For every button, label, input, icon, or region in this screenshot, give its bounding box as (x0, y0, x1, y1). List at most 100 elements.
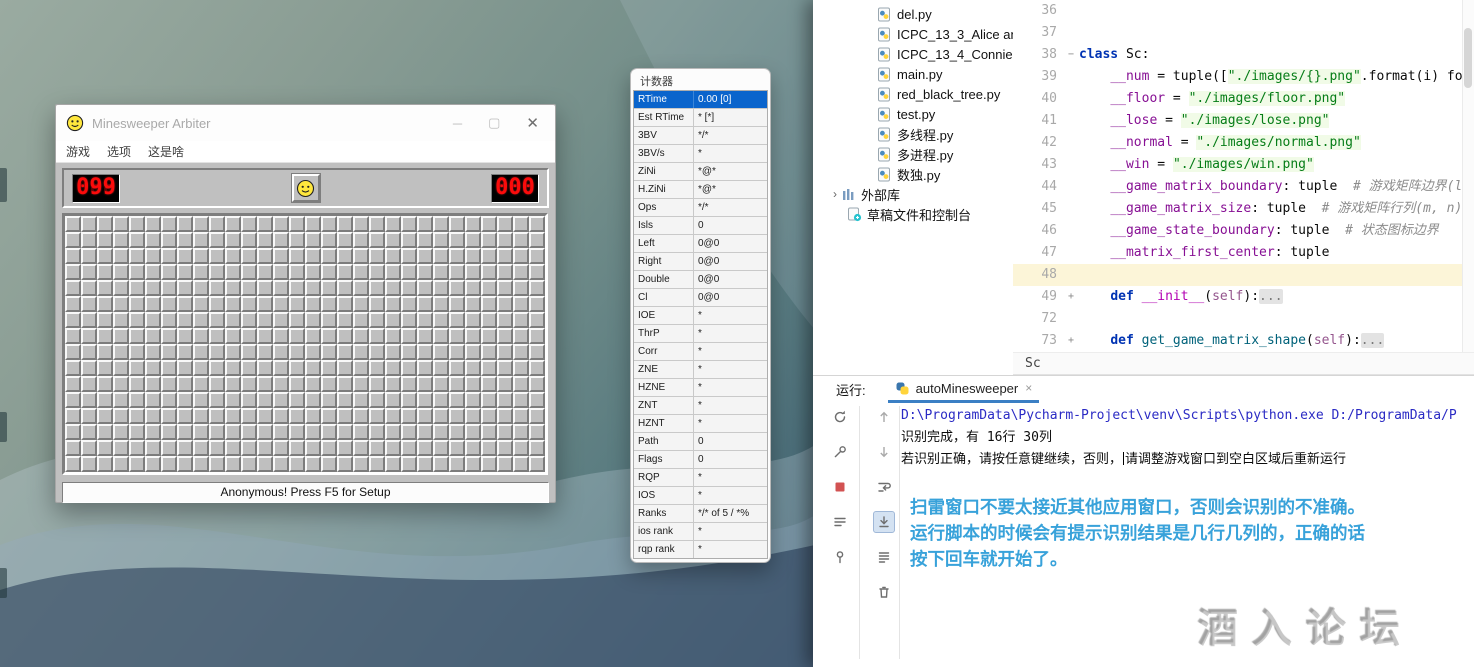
board-cell[interactable] (273, 456, 289, 472)
board-cell[interactable] (433, 216, 449, 232)
board-cell[interactable] (177, 408, 193, 424)
board-cell[interactable] (209, 392, 225, 408)
board-cell[interactable] (353, 344, 369, 360)
board-cell[interactable] (145, 360, 161, 376)
board-cell[interactable] (177, 376, 193, 392)
board-cell[interactable] (129, 232, 145, 248)
board-cell[interactable] (289, 440, 305, 456)
board-cell[interactable] (145, 440, 161, 456)
board-cell[interactable] (449, 424, 465, 440)
code-line[interactable]: 36 (1013, 0, 1474, 22)
board-cell[interactable] (529, 264, 545, 280)
board-cell[interactable] (225, 264, 241, 280)
board-cell[interactable] (97, 232, 113, 248)
code-line[interactable]: 38−class Sc: (1013, 44, 1474, 66)
board-cell[interactable] (257, 264, 273, 280)
code-line[interactable]: 42 __normal = "./images/normal.png" (1013, 132, 1474, 154)
board-cell[interactable] (65, 344, 81, 360)
fold-marker[interactable]: + (1063, 286, 1079, 308)
board-cell[interactable] (113, 248, 129, 264)
board-cell[interactable] (177, 216, 193, 232)
counter-row[interactable]: Corr* (634, 343, 767, 361)
up-icon[interactable] (873, 406, 895, 428)
board-cell[interactable] (465, 376, 481, 392)
board-cell[interactable] (289, 248, 305, 264)
board-cell[interactable] (337, 376, 353, 392)
editor-scrollbar[interactable] (1462, 0, 1474, 352)
board-cell[interactable] (65, 264, 81, 280)
board-cell[interactable] (369, 248, 385, 264)
board-cell[interactable] (433, 440, 449, 456)
board-cell[interactable] (273, 264, 289, 280)
board-cell[interactable] (497, 328, 513, 344)
scrollbar-thumb[interactable] (1464, 28, 1472, 88)
board-cell[interactable] (353, 296, 369, 312)
board-cell[interactable] (449, 232, 465, 248)
board-cell[interactable] (529, 408, 545, 424)
board-cell[interactable] (97, 360, 113, 376)
fold-marker[interactable]: − (1063, 44, 1079, 66)
board-cell[interactable] (273, 376, 289, 392)
board-cell[interactable] (401, 232, 417, 248)
board-cell[interactable] (305, 360, 321, 376)
board-cell[interactable] (193, 296, 209, 312)
board-cell[interactable] (225, 216, 241, 232)
board-cell[interactable] (97, 424, 113, 440)
counter-row[interactable]: 3BV/s* (634, 145, 767, 163)
board-cell[interactable] (113, 360, 129, 376)
board-cell[interactable] (401, 376, 417, 392)
board-cell[interactable] (81, 216, 97, 232)
board-cell[interactable] (497, 408, 513, 424)
board-cell[interactable] (65, 376, 81, 392)
board-cell[interactable] (369, 216, 385, 232)
board-cell[interactable] (497, 232, 513, 248)
counter-row[interactable]: RQP* (634, 469, 767, 487)
board-cell[interactable] (385, 424, 401, 440)
board-cell[interactable] (449, 344, 465, 360)
board-cell[interactable] (113, 344, 129, 360)
board-cell[interactable] (257, 232, 273, 248)
board-cell[interactable] (241, 248, 257, 264)
counter-row[interactable]: HZNT* (634, 415, 767, 433)
board-cell[interactable] (161, 216, 177, 232)
tree-item-test-py[interactable]: test.py (813, 104, 1013, 124)
board-cell[interactable] (65, 392, 81, 408)
board-cell[interactable] (481, 328, 497, 344)
counter-row[interactable]: Est RTime* [*] (634, 109, 767, 127)
board-cell[interactable] (209, 424, 225, 440)
tree-item-red_black_tree-py[interactable]: red_black_tree.py (813, 84, 1013, 104)
board-cell[interactable] (161, 344, 177, 360)
board-cell[interactable] (145, 232, 161, 248)
board-cell[interactable] (97, 328, 113, 344)
board-cell[interactable] (129, 344, 145, 360)
board-cell[interactable] (209, 312, 225, 328)
counter-row[interactable]: Path0 (634, 433, 767, 451)
board-cell[interactable] (177, 328, 193, 344)
counter-row[interactable]: Cl0@0 (634, 289, 767, 307)
desktop-icon-sliver[interactable] (0, 568, 7, 598)
board-cell[interactable] (513, 248, 529, 264)
board-cell[interactable] (529, 280, 545, 296)
board-cell[interactable] (273, 408, 289, 424)
board-cell[interactable] (289, 344, 305, 360)
board-cell[interactable] (193, 456, 209, 472)
board-cell[interactable] (65, 440, 81, 456)
board-cell[interactable] (513, 360, 529, 376)
board-cell[interactable] (385, 440, 401, 456)
board-cell[interactable] (225, 328, 241, 344)
board-cell[interactable] (417, 232, 433, 248)
minesweeper-titlebar[interactable]: Minesweeper Arbiter ─ ▢ ✕ (56, 105, 555, 141)
board-cell[interactable] (145, 312, 161, 328)
board-cell[interactable] (481, 216, 497, 232)
board-cell[interactable] (97, 216, 113, 232)
board-cell[interactable] (129, 424, 145, 440)
board-cell[interactable] (177, 296, 193, 312)
board-cell[interactable] (417, 280, 433, 296)
board-cell[interactable] (65, 312, 81, 328)
board-cell[interactable] (481, 408, 497, 424)
board-cell[interactable] (337, 328, 353, 344)
board-cell[interactable] (305, 456, 321, 472)
board-cell[interactable] (401, 440, 417, 456)
board-cell[interactable] (289, 216, 305, 232)
desktop-icon-sliver[interactable] (0, 412, 7, 442)
